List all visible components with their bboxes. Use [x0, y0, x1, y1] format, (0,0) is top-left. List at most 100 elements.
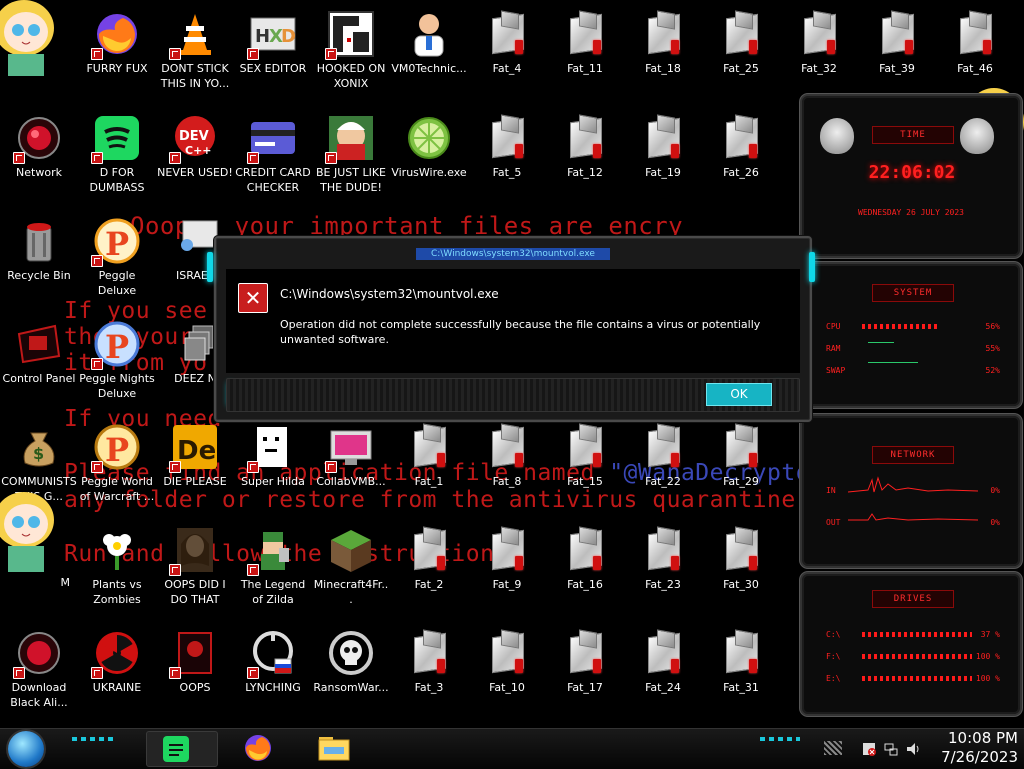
desktop-icon-label: Fat_32: [801, 62, 837, 75]
desktop-icon-legend-of-zilda[interactable]: The Legend of Zilda: [234, 522, 312, 626]
dialog-titlebar[interactable]: C:\Windows\system32\mountvol.exe: [216, 238, 810, 266]
network-tray-icon[interactable]: [884, 741, 898, 756]
desktop-icon-star-bottom[interactable]: M: [0, 492, 78, 624]
desktop-icon-label: Super Hilda: [241, 475, 305, 488]
desktop-icon-fat-file[interactable]: Fat_25: [702, 6, 780, 110]
desktop-icon-fat-file[interactable]: Fat_18: [624, 6, 702, 110]
swap-bar: [868, 362, 918, 363]
desktop-icon-dont-stick[interactable]: DONT STICK THIS IN YO...: [156, 6, 234, 110]
desktop-icon-hooked-on-xonix[interactable]: HOOKED ON XONIX: [312, 6, 390, 110]
desktop-icon-label: CREDIT CARD CHECKER: [235, 166, 311, 194]
desktop-icon-fat-file[interactable]: Fat_30: [702, 522, 780, 626]
xonix-game-icon: [325, 10, 375, 60]
swap-label: SWAP: [826, 366, 846, 375]
desktop-icon-fat-file[interactable]: Fat_1: [390, 419, 468, 523]
taskbar-accent: [72, 737, 116, 741]
desktop-icon-fat-file[interactable]: Fat_31: [702, 625, 780, 728]
hxd-editor-icon: HXD: [247, 10, 297, 60]
desktop-icon-furry-fux[interactable]: FURRY FUX: [78, 6, 156, 110]
taskbar-clock[interactable]: 10:08 PM 7/26/2023: [928, 729, 1018, 767]
desktop-icon-label: Peggle World of Warcraft ...: [79, 475, 155, 503]
desktop-icon-fat-file[interactable]: Fat_24: [624, 625, 702, 728]
desktop-icon-fat-file[interactable]: Fat_2: [390, 522, 468, 626]
start-button[interactable]: [8, 731, 44, 767]
desktop-icon-recycle-bin[interactable]: Recycle Bin: [0, 213, 78, 317]
svg-text:P: P: [105, 328, 129, 366]
desktop-icon-be-just-like-the-dude[interactable]: BE JUST LIKE THE DUDE!: [312, 110, 390, 214]
desktop-icon-ukraine[interactable]: UKRAINE: [78, 625, 156, 728]
document-icon: [483, 423, 531, 471]
taskbar-app-explorer[interactable]: [316, 731, 354, 765]
taskbar-accent: [760, 737, 800, 741]
desktop-icon-fat-file[interactable]: Fat_5: [468, 110, 546, 214]
desktop-icon-fat-file[interactable]: Fat_12: [546, 110, 624, 214]
show-hidden-icons-icon[interactable]: [824, 741, 842, 755]
desktop-icon-fat-file[interactable]: Fat_11: [546, 6, 624, 110]
desktop-icon-minecraft[interactable]: Minecraft4Fr...: [312, 522, 390, 626]
desktop-icon-fat-file[interactable]: Fat_29: [702, 419, 780, 523]
portrait-icon: [169, 526, 219, 576]
dialog-heading: C:\Windows\system32\mountvol.exe: [280, 287, 499, 301]
desktop-icon-fat-file[interactable]: Fat_3: [390, 625, 468, 728]
drive-c-label: C:\: [826, 630, 841, 639]
svg-text:H: H: [255, 26, 270, 47]
desktop-icon-oops-did-i-do-that[interactable]: OOPS DID I DO THAT: [156, 522, 234, 626]
document-icon: [717, 526, 765, 574]
network-out-label: OUT: [826, 518, 841, 527]
ok-button[interactable]: OK: [706, 383, 772, 406]
firefox-icon: [245, 735, 271, 761]
desktop-icon-control-panel[interactable]: Control Panel: [0, 316, 78, 420]
document-icon: [951, 10, 999, 58]
desktop-icon-fat-file[interactable]: Fat_15: [546, 419, 624, 523]
desktop-icon-label: Fat_24: [645, 681, 681, 694]
desktop-icon-fat-file[interactable]: Fat_8: [468, 419, 546, 523]
desktop-icon-fat-file[interactable]: Fat_26: [702, 110, 780, 214]
desktop-icon-sex-editor[interactable]: HXD SEX EDITOR: [234, 6, 312, 110]
desktop-icon-fat-file[interactable]: Fat_22: [624, 419, 702, 523]
desktop-icon-peggle-deluxe[interactable]: P Peggle Deluxe: [78, 213, 156, 317]
desktop-icon-super-hilda[interactable]: Super Hilda: [234, 419, 312, 523]
desktop-icon-peggle-nights-deluxe[interactable]: P Peggle Nights Deluxe: [78, 316, 156, 420]
desktop-icon-peggle-wow[interactable]: P Peggle World of Warcraft ...: [78, 419, 156, 523]
volume-icon[interactable]: [906, 741, 920, 755]
desktop-icon-label: HOOKED ON XONIX: [316, 62, 386, 90]
desktop-icon-fat-file[interactable]: Fat_19: [624, 110, 702, 214]
network-icon: [13, 114, 63, 164]
desktop-icon-network[interactable]: Network: [0, 110, 78, 214]
taskbar-app-firefox[interactable]: [240, 731, 278, 765]
desktop-icon-label: DIE PLEASE: [163, 475, 227, 488]
desktop-icon-d-for-dumbass[interactable]: D FOR DUMBASS: [78, 110, 156, 214]
desktop-icon-die-please[interactable]: De DIE PLEASE: [156, 419, 234, 523]
taskbar-app-notes[interactable]: [146, 731, 218, 767]
document-icon: [561, 10, 609, 58]
desktop-icon-fat-file[interactable]: Fat_10: [468, 625, 546, 728]
desktop-icon-label: NEVER USED!: [157, 166, 233, 179]
taskbar: 10:08 PM 7/26/2023: [0, 728, 1024, 769]
desktop-icon-viruswire[interactable]: VirusWire.exe: [390, 110, 468, 214]
desktop-icon-label: VirusWire.exe: [391, 166, 467, 179]
document-icon: [483, 10, 531, 58]
desktop-icon-fat-file[interactable]: Fat_9: [468, 522, 546, 626]
desktop-icon-plants-vs-zombies[interactable]: Plants vs Zombies: [78, 522, 156, 626]
desktop-icon-fat-file[interactable]: Fat_16: [546, 522, 624, 626]
desktop-icon-fat-file[interactable]: Fat_23: [624, 522, 702, 626]
desktop-icon-fat-file[interactable]: Fat_17: [546, 625, 624, 728]
desktop-icon-vm0technic[interactable]: VM0Technic...: [390, 6, 468, 110]
desktop-icon-collabvm[interactable]: CollabVMB...: [312, 419, 390, 523]
desktop: Ooops, your important files are encry If…: [0, 0, 1024, 728]
notes-icon: [163, 736, 189, 762]
alienware-icon: [960, 118, 994, 154]
desktop-icon-download-black-alien[interactable]: Download Black Ali...: [0, 625, 78, 728]
desktop-icon-lynching[interactable]: LYNCHING: [234, 625, 312, 728]
desktop-icon-credit-card-checker[interactable]: CREDIT CARD CHECKER: [234, 110, 312, 214]
action-center-icon[interactable]: [862, 741, 876, 756]
desktop-icon-ransomware[interactable]: RansomWar...: [312, 625, 390, 728]
desktop-icon-star-top[interactable]: [0, 0, 78, 110]
desktop-icon-oops[interactable]: OOPS: [156, 625, 234, 728]
desktop-icon-fat-file[interactable]: Fat_4: [468, 6, 546, 110]
desktop-icon-label: Minecraft4Fr...: [313, 578, 389, 606]
cpu-value: 56%: [985, 322, 1000, 331]
time-title: TIME: [872, 126, 954, 144]
star-butterfly-icon: [0, 0, 60, 76]
desktop-icon-never-used[interactable]: DEV C++ NEVER USED!: [156, 110, 234, 214]
